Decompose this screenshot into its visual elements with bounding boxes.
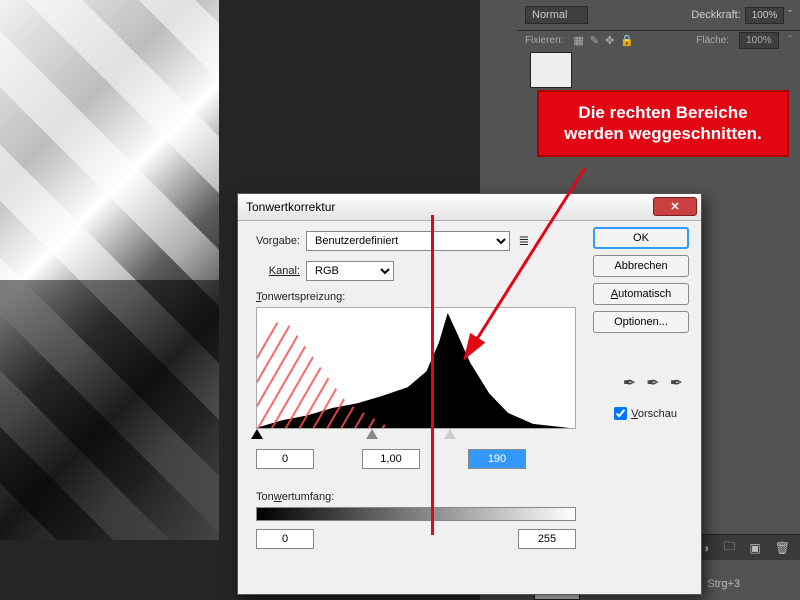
preset-label: Vorgabe: — [250, 235, 300, 247]
annotation-arrow — [555, 168, 557, 368]
input-slider-track[interactable] — [256, 429, 576, 443]
eyedropper-white-icon[interactable]: ✒ — [670, 373, 683, 393]
preview-label: Vorschau — [631, 408, 677, 420]
chevron-down-icon[interactable]: ˇ — [788, 9, 792, 21]
dialog-title: Tonwertkorrektur — [246, 200, 335, 214]
chevron-down-icon[interactable]: ˇ — [789, 35, 792, 46]
layers-lock-row: Fixieren: ▦ ✎ ✥ 🔒 Fläche: 100% ˇ — [517, 28, 800, 53]
output-white-field[interactable] — [518, 529, 576, 549]
document-canvas[interactable] — [0, 0, 219, 540]
lock-label: Fixieren: — [525, 35, 563, 46]
lock-paint-icon[interactable]: ✎ — [590, 34, 599, 47]
blend-mode-dropdown[interactable]: Normal — [525, 6, 588, 24]
opacity-label: Deckkraft: — [691, 9, 741, 21]
input-gamma-field[interactable] — [362, 449, 420, 469]
fill-value[interactable]: 100% — [739, 32, 779, 49]
annotation-vertical-line — [431, 215, 434, 535]
input-white-field[interactable] — [468, 449, 526, 469]
close-button[interactable]: ✕ — [653, 197, 697, 216]
white-point-slider[interactable] — [444, 429, 456, 439]
output-black-field[interactable] — [256, 529, 314, 549]
lock-position-icon[interactable]: ✥ — [605, 34, 614, 47]
adjustment-icon[interactable]: ◑ — [702, 541, 709, 555]
layers-header: Normal Deckkraft: 100% ˇ — [517, 0, 800, 31]
fill-label: Fläche: — [696, 35, 729, 46]
clipped-region-hatch — [257, 308, 387, 429]
layer-thumbnail[interactable] — [530, 52, 572, 88]
new-layer-icon[interactable]: ▣ — [749, 541, 760, 555]
output-gradient[interactable] — [256, 507, 576, 521]
input-black-field[interactable] — [256, 449, 314, 469]
annotation-line2: werden weggeschnitten. — [564, 124, 761, 143]
lock-all-icon[interactable]: 🔒 — [620, 34, 634, 47]
lock-transparency-icon[interactable]: ▦ — [573, 34, 583, 47]
preview-checkbox[interactable] — [614, 407, 627, 420]
folder-icon[interactable]: 🗀 — [723, 537, 735, 558]
opacity-value[interactable]: 100% — [745, 7, 785, 24]
annotation-callout: Die rechten Bereiche werden weggeschnitt… — [537, 90, 789, 157]
annotation-line1: Die rechten Bereiche — [578, 103, 747, 122]
output-label: Tonwertumfang: — [256, 491, 576, 503]
trash-icon[interactable]: 🗑 — [775, 541, 790, 555]
channel-dropdown[interactable]: RGB — [306, 261, 394, 281]
black-point-slider[interactable] — [251, 429, 263, 439]
gamma-slider[interactable] — [366, 429, 378, 439]
channel-label: Kanal: — [262, 265, 300, 277]
